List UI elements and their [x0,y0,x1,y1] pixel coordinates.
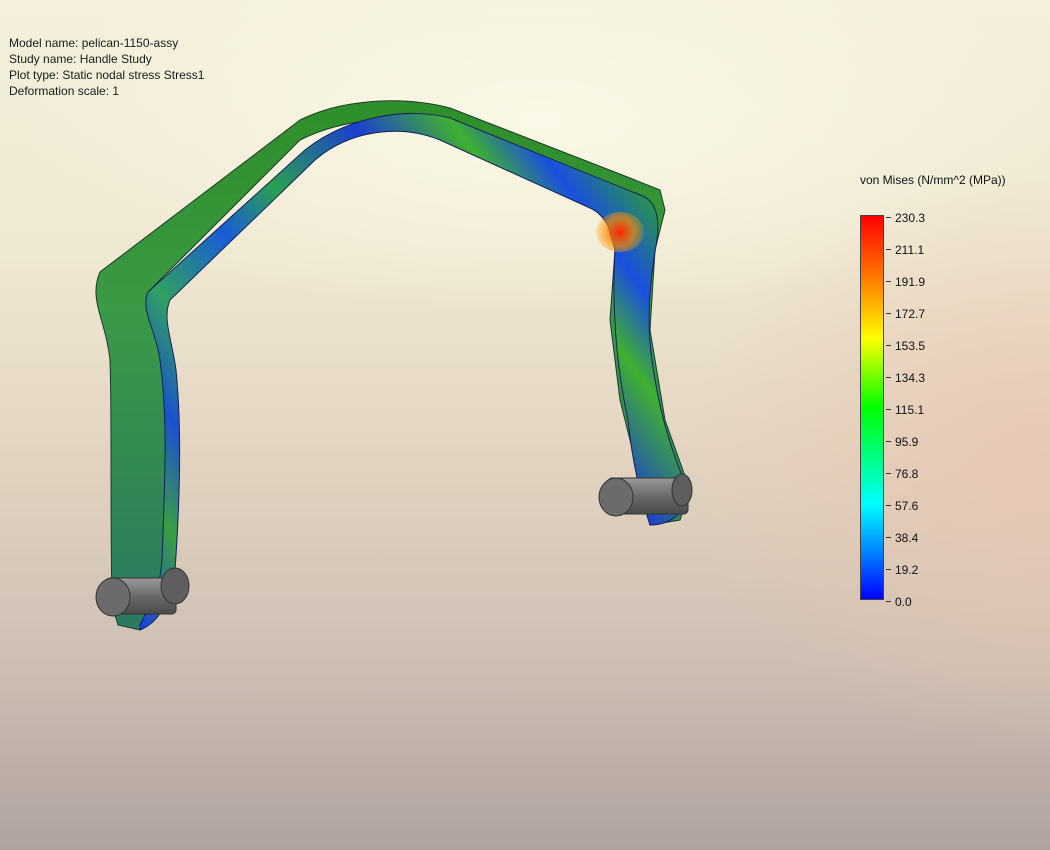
deformation-scale-label: Deformation scale: 1 [9,84,120,98]
legend-tick-label: 0.0 [895,595,912,609]
legend-tick-mark [886,473,891,474]
legend-tick-label: 230.3 [895,211,926,225]
stress-hotspot [596,212,644,252]
model-name-label: Model name: pelican-1150-assy [9,36,179,50]
legend-tick-mark [886,249,891,250]
legend-tick-mark [886,377,891,378]
legend-tick-label: 115.1 [895,403,925,417]
legend-tick-label: 211.1 [895,243,925,257]
legend-title: von Mises (N/mm^2 (MPa)) [860,173,1006,187]
legend-tick-label: 172.7 [895,307,926,321]
legend-tick-mark [886,537,891,538]
legend-tick-mark [886,345,891,346]
color-scale-bar [860,215,884,600]
legend-tick-mark [886,569,891,570]
right-pin [598,473,693,517]
legend-tick-mark [886,409,891,410]
model-viewport[interactable] [0,0,1050,850]
plot-type-label: Plot type: Static nodal stress Stress1 [9,68,205,82]
legend-tick-mark [886,505,891,506]
legend-tick-label: 57.6 [895,499,919,513]
legend-tick-label: 134.3 [895,371,926,385]
legend-tick-label: 191.9 [895,275,926,289]
study-info: Model name: pelican-1150-assy Study name… [9,35,204,99]
legend-tick-label: 19.2 [895,563,919,577]
legend-tick-label: 38.4 [895,531,919,545]
legend-tick-mark [886,441,891,442]
legend-tick-mark [886,281,891,282]
legend-tick-mark [886,313,891,314]
legend-tick-mark [886,601,891,602]
legend-tick-label: 76.8 [895,467,919,481]
legend-tick-label: 153.5 [895,339,926,353]
legend-tick-mark [886,217,891,218]
legend-tick-label: 95.9 [895,435,919,449]
study-name-label: Study name: Handle Study [9,52,152,66]
